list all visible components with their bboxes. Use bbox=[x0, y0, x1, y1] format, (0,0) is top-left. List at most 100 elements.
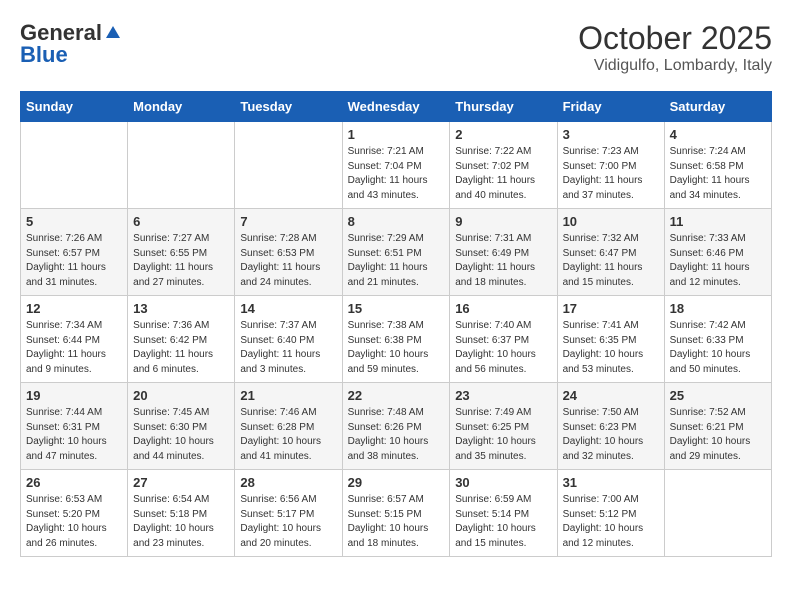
calendar-cell: 22Sunrise: 7:48 AM Sunset: 6:26 PM Dayli… bbox=[342, 383, 450, 470]
day-info: Sunrise: 7:41 AM Sunset: 6:35 PM Dayligh… bbox=[563, 319, 659, 377]
day-number: 29 bbox=[348, 475, 445, 490]
day-info: Sunrise: 7:34 AM Sunset: 6:44 PM Dayligh… bbox=[26, 319, 122, 377]
day-info: Sunrise: 7:00 AM Sunset: 5:12 PM Dayligh… bbox=[563, 493, 659, 551]
calendar-week-row: 19Sunrise: 7:44 AM Sunset: 6:31 PM Dayli… bbox=[21, 383, 772, 470]
logo: General Blue bbox=[20, 20, 122, 68]
day-info: Sunrise: 6:57 AM Sunset: 5:15 PM Dayligh… bbox=[348, 493, 445, 551]
day-number: 2 bbox=[455, 127, 551, 142]
calendar-cell: 5Sunrise: 7:26 AM Sunset: 6:57 PM Daylig… bbox=[21, 209, 128, 296]
page-header: General Blue October 2025 Vidigulfo, Lom… bbox=[20, 20, 772, 75]
day-info: Sunrise: 7:49 AM Sunset: 6:25 PM Dayligh… bbox=[455, 406, 551, 464]
day-info: Sunrise: 7:36 AM Sunset: 6:42 PM Dayligh… bbox=[133, 319, 229, 377]
day-info: Sunrise: 6:53 AM Sunset: 5:20 PM Dayligh… bbox=[26, 493, 122, 551]
calendar-cell: 24 Sunrise: 7:50 AM Sunset: 6:23 PM Dayli… bbox=[557, 383, 664, 470]
day-number: 12 bbox=[26, 301, 122, 316]
weekday-header-monday: Monday bbox=[128, 92, 235, 122]
day-number: 28 bbox=[240, 475, 336, 490]
day-info: Sunrise: 7:21 AM Sunset: 7:04 PM Dayligh… bbox=[348, 145, 445, 203]
calendar-week-row: 26 Sunrise: 6:53 AM Sunset: 5:20 PM Dayli… bbox=[21, 470, 772, 557]
calendar-cell: 26 Sunrise: 6:53 AM Sunset: 5:20 PM Dayli… bbox=[21, 470, 128, 557]
day-info: Sunrise: 7:32 AM Sunset: 6:47 PM Dayligh… bbox=[563, 232, 659, 290]
calendar-table: SundayMondayTuesdayWednesdayThursdayFrid… bbox=[20, 91, 772, 557]
weekday-header-tuesday: Tuesday bbox=[235, 92, 342, 122]
calendar-cell: 1 Sunrise: 7:21 AM Sunset: 7:04 PM Daylig… bbox=[342, 122, 450, 209]
calendar-cell: 30 Sunrise: 6:59 AM Sunset: 5:14 PM Dayli… bbox=[450, 470, 557, 557]
day-info: Sunrise: 7:38 AM Sunset: 6:38 PM Dayligh… bbox=[348, 319, 445, 377]
day-info: Sunrise: 7:42 AM Sunset: 6:33 PM Dayligh… bbox=[670, 319, 766, 377]
day-number: 3 bbox=[563, 127, 659, 142]
day-number: 27 bbox=[133, 475, 229, 490]
day-number: 4 bbox=[670, 127, 766, 142]
title-block: October 2025 Vidigulfo, Lombardy, Italy bbox=[578, 20, 772, 75]
day-number: 31 bbox=[563, 475, 659, 490]
calendar-week-row: 12 Sunrise: 7:34 AM Sunset: 6:44 PM Dayli… bbox=[21, 296, 772, 383]
calendar-cell: 18 Sunrise: 7:42 AM Sunset: 6:33 PM Dayli… bbox=[664, 296, 771, 383]
day-info: Sunrise: 7:50 AM Sunset: 6:23 PM Dayligh… bbox=[563, 406, 659, 464]
day-info: Sunrise: 7:23 AM Sunset: 7:00 PM Dayligh… bbox=[563, 145, 659, 203]
day-number: 30 bbox=[455, 475, 551, 490]
day-number: 23 bbox=[455, 388, 551, 403]
calendar-cell bbox=[235, 122, 342, 209]
weekday-header-friday: Friday bbox=[557, 92, 664, 122]
day-number: 1 bbox=[348, 127, 445, 142]
calendar-cell: 17 Sunrise: 7:41 AM Sunset: 6:35 PM Dayli… bbox=[557, 296, 664, 383]
calendar-cell: 2 Sunrise: 7:22 AM Sunset: 7:02 PM Daylig… bbox=[450, 122, 557, 209]
calendar-cell: 14 Sunrise: 7:37 AM Sunset: 6:40 PM Dayli… bbox=[235, 296, 342, 383]
day-number: 16 bbox=[455, 301, 551, 316]
weekday-header-wednesday: Wednesday bbox=[342, 92, 450, 122]
day-number: 11 bbox=[670, 214, 766, 229]
day-number: 6 bbox=[133, 214, 229, 229]
day-info: Sunrise: 7:40 AM Sunset: 6:37 PM Dayligh… bbox=[455, 319, 551, 377]
calendar-cell bbox=[128, 122, 235, 209]
day-info: Sunrise: 7:22 AM Sunset: 7:02 PM Dayligh… bbox=[455, 145, 551, 203]
calendar-cell: 31 Sunrise: 7:00 AM Sunset: 5:12 PM Dayli… bbox=[557, 470, 664, 557]
weekday-header-thursday: Thursday bbox=[450, 92, 557, 122]
day-info: Sunrise: 6:56 AM Sunset: 5:17 PM Dayligh… bbox=[240, 493, 336, 551]
day-number: 26 bbox=[26, 475, 122, 490]
calendar-cell: 21 Sunrise: 7:46 AM Sunset: 6:28 PM Dayli… bbox=[235, 383, 342, 470]
calendar-cell bbox=[21, 122, 128, 209]
calendar-cell: 7Sunrise: 7:28 AM Sunset: 6:53 PM Daylig… bbox=[235, 209, 342, 296]
calendar-cell: 6 Sunrise: 7:27 AM Sunset: 6:55 PM Daylig… bbox=[128, 209, 235, 296]
day-number: 10 bbox=[563, 214, 659, 229]
day-number: 13 bbox=[133, 301, 229, 316]
day-info: Sunrise: 7:37 AM Sunset: 6:40 PM Dayligh… bbox=[240, 319, 336, 377]
day-number: 19 bbox=[26, 388, 122, 403]
day-number: 14 bbox=[240, 301, 336, 316]
calendar-week-row: 1 Sunrise: 7:21 AM Sunset: 7:04 PM Daylig… bbox=[21, 122, 772, 209]
day-number: 18 bbox=[670, 301, 766, 316]
calendar-cell: 27 Sunrise: 6:54 AM Sunset: 5:18 PM Dayli… bbox=[128, 470, 235, 557]
day-info: Sunrise: 6:59 AM Sunset: 5:14 PM Dayligh… bbox=[455, 493, 551, 551]
day-info: Sunrise: 7:26 AM Sunset: 6:57 PM Dayligh… bbox=[26, 232, 122, 290]
day-info: Sunrise: 6:54 AM Sunset: 5:18 PM Dayligh… bbox=[133, 493, 229, 551]
calendar-cell: 23 Sunrise: 7:49 AM Sunset: 6:25 PM Dayli… bbox=[450, 383, 557, 470]
calendar-cell: 28 Sunrise: 6:56 AM Sunset: 5:17 PM Dayli… bbox=[235, 470, 342, 557]
day-info: Sunrise: 7:52 AM Sunset: 6:21 PM Dayligh… bbox=[670, 406, 766, 464]
day-number: 24 bbox=[563, 388, 659, 403]
day-info: Sunrise: 7:29 AM Sunset: 6:51 PM Dayligh… bbox=[348, 232, 445, 290]
calendar-cell: 10 Sunrise: 7:32 AM Sunset: 6:47 PM Dayli… bbox=[557, 209, 664, 296]
day-info: Sunrise: 7:46 AM Sunset: 6:28 PM Dayligh… bbox=[240, 406, 336, 464]
day-info: Sunrise: 7:24 AM Sunset: 6:58 PM Dayligh… bbox=[670, 145, 766, 203]
calendar-cell bbox=[664, 470, 771, 557]
calendar-cell: 3 Sunrise: 7:23 AM Sunset: 7:00 PM Daylig… bbox=[557, 122, 664, 209]
logo-blue: Blue bbox=[20, 42, 68, 68]
day-info: Sunrise: 7:27 AM Sunset: 6:55 PM Dayligh… bbox=[133, 232, 229, 290]
calendar-cell: 12 Sunrise: 7:34 AM Sunset: 6:44 PM Dayli… bbox=[21, 296, 128, 383]
day-info: Sunrise: 7:28 AM Sunset: 6:53 PM Dayligh… bbox=[240, 232, 336, 290]
month-title: October 2025 bbox=[578, 20, 772, 57]
day-number: 22 bbox=[348, 388, 445, 403]
weekday-header-saturday: Saturday bbox=[664, 92, 771, 122]
weekday-header-sunday: Sunday bbox=[21, 92, 128, 122]
day-number: 9 bbox=[455, 214, 551, 229]
calendar-cell: 8 Sunrise: 7:29 AM Sunset: 6:51 PM Daylig… bbox=[342, 209, 450, 296]
day-number: 21 bbox=[240, 388, 336, 403]
weekday-header-row: SundayMondayTuesdayWednesdayThursdayFrid… bbox=[21, 92, 772, 122]
calendar-cell: 20Sunrise: 7:45 AM Sunset: 6:30 PM Dayli… bbox=[128, 383, 235, 470]
day-number: 15 bbox=[348, 301, 445, 316]
logo-bird-icon bbox=[104, 24, 122, 42]
calendar-week-row: 5Sunrise: 7:26 AM Sunset: 6:57 PM Daylig… bbox=[21, 209, 772, 296]
day-number: 17 bbox=[563, 301, 659, 316]
calendar-cell: 15 Sunrise: 7:38 AM Sunset: 6:38 PM Dayli… bbox=[342, 296, 450, 383]
day-number: 8 bbox=[348, 214, 445, 229]
